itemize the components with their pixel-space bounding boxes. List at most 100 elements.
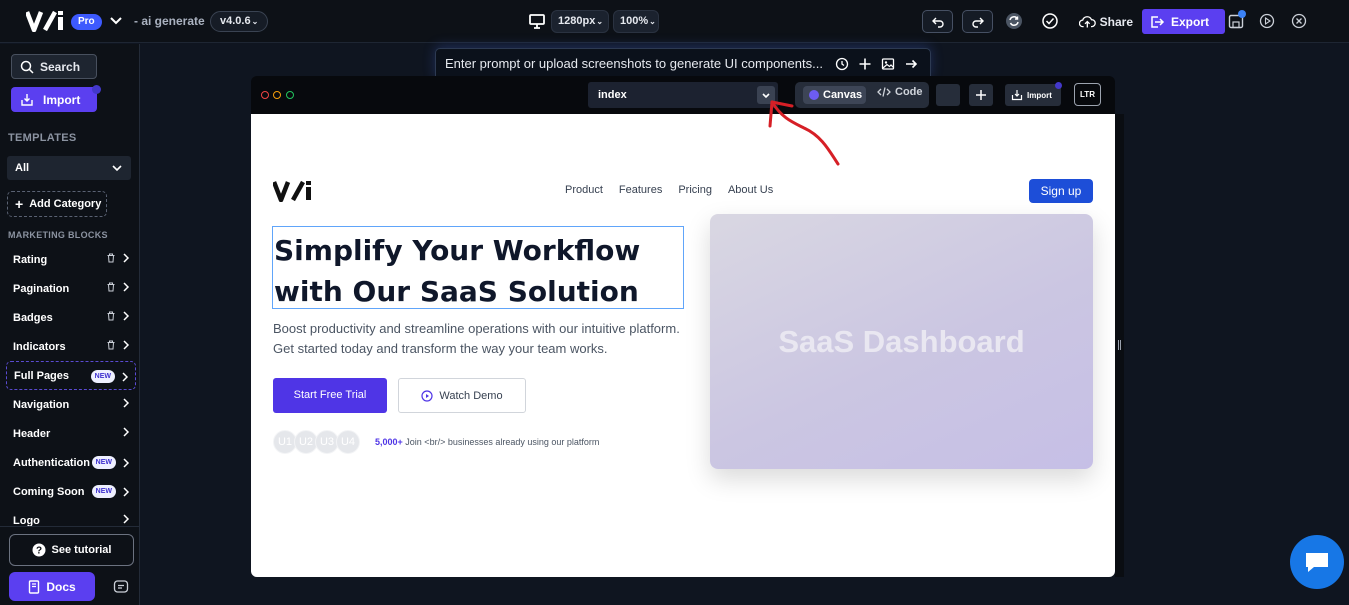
sidebar-divider (0, 526, 140, 527)
sidebar-item-logo[interactable]: Logo (6, 506, 136, 535)
sidebar-item-header[interactable]: Header (6, 419, 136, 448)
sidebar-item-navigation[interactable]: Navigation (6, 390, 136, 419)
sidebar-item-label: Pagination (13, 282, 70, 295)
close-icon[interactable] (1290, 12, 1308, 30)
chevron-down-icon[interactable] (108, 12, 124, 28)
marketing-blocks-heading: MARKETING BLOCKS (8, 230, 108, 240)
social-proof: 5,000+ Join <br/> businesses already usi… (375, 437, 599, 447)
sidebar-item-coming-soon[interactable]: Coming Soon NEW (6, 477, 136, 506)
image-upload-icon[interactable] (881, 57, 895, 71)
svg-text:?: ? (35, 546, 41, 557)
help-icon: ? (32, 543, 46, 557)
chat-icon[interactable] (113, 579, 129, 595)
send-arrow-icon[interactable] (904, 57, 918, 71)
watch-demo-button[interactable]: Watch Demo (398, 378, 526, 413)
prompt-actions (835, 57, 918, 71)
add-page-button[interactable] (969, 84, 993, 106)
trash-icon[interactable] (106, 282, 116, 292)
share-label: Share (1099, 15, 1133, 29)
start-free-trial-button[interactable]: Start Free Trial (273, 378, 387, 413)
sidebar-item-label: Authentication (13, 456, 90, 469)
play-preview-icon[interactable] (1258, 12, 1276, 30)
nav-link-features[interactable]: Features (619, 184, 662, 196)
sidebar-item-pagination[interactable]: Pagination (6, 274, 136, 303)
hero-subtitle: Boost productivity and streamline operat… (273, 321, 680, 356)
resize-handle[interactable] (1118, 340, 1121, 350)
redo-button[interactable] (962, 10, 993, 33)
landing-nav: Product Features Pricing About Us (565, 184, 773, 196)
nav-link-pricing[interactable]: Pricing (678, 184, 712, 196)
version-selector[interactable]: v4.0.6⌄ (210, 11, 269, 32)
chevron-right-icon (123, 282, 130, 292)
prompt-input[interactable]: Enter prompt or upload screenshots to ge… (435, 48, 931, 79)
chevron-right-icon (123, 427, 130, 437)
code-icon (877, 87, 891, 97)
app-logo[interactable] (26, 10, 66, 32)
import-button[interactable]: Import (11, 87, 97, 112)
prompt-placeholder: Enter prompt or upload screenshots to ge… (445, 56, 823, 71)
sidebar-item-authentication[interactable]: Authentication NEW (6, 448, 136, 477)
width-select[interactable]: 1280px⌄ (551, 10, 609, 33)
nav-link-about-us[interactable]: About Us (728, 184, 773, 196)
chevron-down-icon (112, 165, 122, 172)
project-name[interactable]: - ai generate (134, 14, 205, 28)
plus-icon: + (15, 196, 24, 212)
chevron-right-icon (123, 311, 130, 321)
import-label: Import (43, 92, 81, 107)
export-button[interactable]: Export (1142, 9, 1225, 34)
sidebar-item-indicators[interactable]: Indicators (6, 332, 136, 361)
play-icon (421, 389, 434, 402)
sidebar-item-rating[interactable]: Rating (6, 245, 136, 274)
chevron-right-icon (123, 340, 130, 350)
templates-heading: TEMPLATES (8, 132, 77, 144)
redo-icon (971, 17, 984, 28)
code-mode-button[interactable]: Code (877, 86, 923, 98)
export-label: Export (1171, 14, 1210, 29)
share-button[interactable]: Share (1073, 10, 1133, 34)
sidebar-item-full-pages[interactable]: Full Pages NEW (6, 361, 136, 390)
add-category-button[interactable]: + Add Category (7, 191, 107, 217)
hero-title[interactable]: Simplify Your Workflow with Our SaaS Sol… (272, 226, 684, 309)
text-direction-button[interactable]: LTR (1074, 83, 1101, 106)
sidebar-item-label: Header (13, 427, 51, 440)
trash-icon[interactable] (106, 253, 116, 263)
social-text: Join <br/> businesses already using our … (405, 437, 600, 447)
frame-import-label: Import (1027, 90, 1052, 100)
undo-button[interactable] (922, 10, 953, 33)
color-swatch-button[interactable] (936, 84, 960, 106)
trash-icon[interactable] (106, 340, 116, 350)
search-button[interactable]: Search (11, 54, 97, 79)
see-tutorial-button[interactable]: ? See tutorial (9, 534, 134, 566)
docs-button[interactable]: Docs (9, 572, 95, 601)
social-count: 5,000+ (375, 437, 403, 447)
history-icon[interactable] (835, 57, 849, 71)
chat-bubble-icon (1306, 553, 1328, 572)
landing-logo[interactable] (273, 180, 315, 202)
window-dot-red (261, 91, 269, 99)
monitor-icon[interactable] (528, 12, 546, 30)
window-dot-green (286, 91, 294, 99)
plus-icon (976, 90, 986, 100)
sidebar-item-badges[interactable]: Badges (6, 303, 136, 332)
page-select[interactable]: index (588, 82, 778, 108)
check-circle-icon[interactable] (1041, 12, 1059, 30)
sync-icon[interactable] (1005, 12, 1023, 30)
sidebar-item-label: Logo (13, 514, 40, 527)
trash-icon[interactable] (106, 311, 116, 321)
signup-button[interactable]: Sign up (1029, 179, 1093, 203)
plus-icon[interactable] (858, 57, 872, 71)
sidebar-item-label: Indicators (13, 340, 66, 353)
nav-link-product[interactable]: Product (565, 184, 603, 196)
block-category-list: Rating Pagination Badges Indicators Full… (6, 245, 136, 535)
code-label: Code (895, 86, 923, 98)
search-label: Search (40, 59, 81, 74)
zoom-select[interactable]: 100%⌄ (613, 10, 659, 33)
sidebar-item-label: Rating (13, 253, 48, 266)
chevron-right-icon (123, 457, 130, 468)
template-filter-select[interactable]: All (7, 156, 131, 180)
preview-canvas[interactable]: Product Features Pricing About Us Sign u… (251, 114, 1115, 577)
import-notification-dot (1055, 82, 1062, 89)
live-chat-button[interactable] (1290, 535, 1344, 589)
frame-import-button[interactable]: Import (1005, 84, 1061, 106)
sidebar-item-label: Full Pages (14, 369, 70, 382)
